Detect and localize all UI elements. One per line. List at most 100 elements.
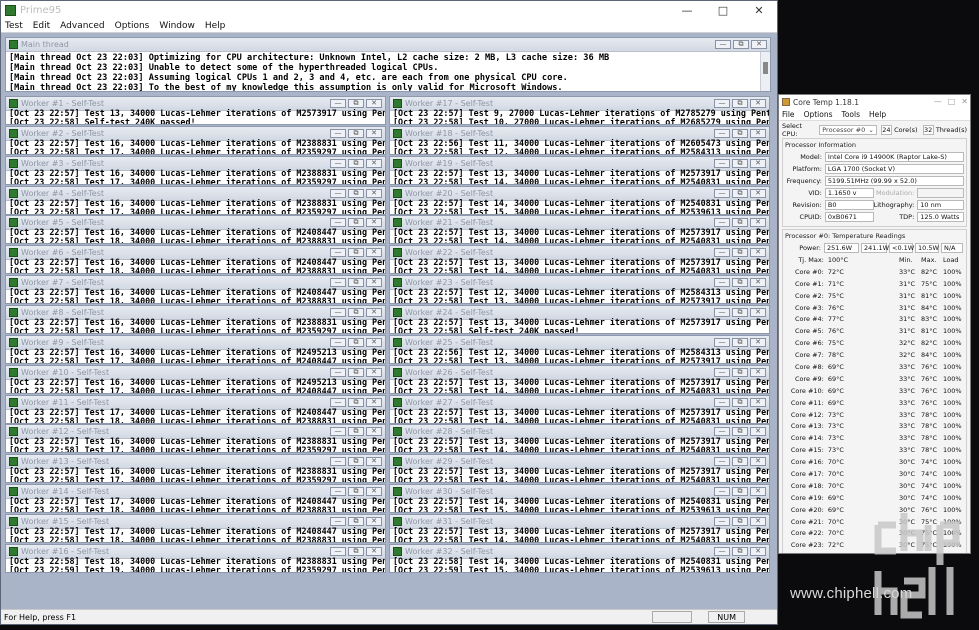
- child-restore-button[interactable]: ⧉: [348, 158, 364, 168]
- menu-options[interactable]: Options: [804, 110, 833, 119]
- child-minimize-button[interactable]: —: [330, 457, 346, 467]
- worker-log[interactable]: [Oct 23 22:58] Test 18, 34000 Lucas-Lehm…: [6, 557, 385, 572]
- child-minimize-button[interactable]: —: [330, 188, 346, 198]
- menu-options[interactable]: Options: [115, 21, 150, 31]
- child-restore-button[interactable]: ⧉: [732, 457, 748, 467]
- child-restore-button[interactable]: ⧉: [732, 248, 748, 258]
- worker-window[interactable]: Worker #26 - Self-Test — ⧉ ✕ [Oct 23 22:57] …: [389, 364, 770, 394]
- child-restore-button[interactable]: ⧉: [732, 308, 748, 317]
- child-close-button[interactable]: ✕: [366, 337, 382, 347]
- child-close-button[interactable]: ✕: [750, 367, 766, 377]
- child-restore-button[interactable]: ⧉: [732, 427, 748, 437]
- worker-log[interactable]: [Oct 23 22:57] Test 13, 34000 Lucas-Lehm…: [390, 258, 769, 273]
- child-close-button[interactable]: ✕: [366, 248, 382, 258]
- child-minimize-button[interactable]: —: [330, 308, 346, 317]
- worker-window[interactable]: Worker #29 - Self-Test — ⧉ ✕ [Oct 23 22:57] …: [389, 454, 770, 484]
- worker-window[interactable]: Worker #21 - Self-Test — ⧉ ✕ [Oct 23 22:57] …: [389, 215, 770, 245]
- worker-log[interactable]: [Oct 23 22:57] Test 17, 34000 Lucas-Lehm…: [6, 527, 385, 542]
- worker-window[interactable]: Worker #30 - Self-Test — ⧉ ✕ [Oct 23 22:57] …: [389, 484, 770, 514]
- child-close-button[interactable]: ✕: [366, 516, 382, 526]
- worker-window[interactable]: Worker #9 - Self-Test — ⧉ ✕ [Oct 23 22:57] T…: [5, 334, 386, 364]
- worker-window[interactable]: Worker #19 - Self-Test — ⧉ ✕ [Oct 23 22:57] …: [389, 155, 770, 185]
- child-minimize-button[interactable]: —: [714, 248, 730, 258]
- worker-log[interactable]: [Oct 23 22:57] Test 13, 34000 Lucas-Lehm…: [390, 408, 769, 423]
- worker-window[interactable]: Worker #8 - Self-Test — ⧉ ✕ [Oct 23 22:57] T…: [5, 305, 386, 334]
- child-restore-button[interactable]: ⧉: [348, 188, 364, 198]
- coretemp-maximize-button[interactable]: □: [948, 97, 956, 106]
- child-minimize-button[interactable]: —: [714, 218, 730, 228]
- child-minimize-button[interactable]: —: [330, 278, 346, 288]
- child-minimize-button[interactable]: —: [330, 487, 346, 497]
- worker-log[interactable]: [Oct 23 22:57] Test 17, 34000 Lucas-Lehm…: [6, 408, 385, 423]
- child-restore-button[interactable]: ⧉: [732, 337, 748, 347]
- coretemp-minimize-button[interactable]: —: [934, 97, 942, 106]
- child-minimize-button[interactable]: —: [330, 367, 346, 377]
- menu-test[interactable]: Test: [5, 21, 23, 31]
- worker-log[interactable]: [Oct 23 22:57] Test 13, 34000 Lucas-Lehm…: [390, 318, 769, 333]
- worker-window[interactable]: Worker #1 - Self-Test — ⧉ ✕ [Oct 23 22:57] T…: [5, 96, 386, 125]
- child-close-button[interactable]: ✕: [750, 308, 766, 317]
- child-close-button[interactable]: ✕: [366, 427, 382, 437]
- worker-window[interactable]: Worker #28 - Self-Test — ⧉ ✕ [Oct 23 22:57] …: [389, 424, 770, 454]
- worker-log[interactable]: [Oct 23 22:57] Test 16, 34000 Lucas-Lehm…: [6, 258, 385, 273]
- child-restore-button[interactable]: ⧉: [348, 337, 364, 347]
- coretemp-close-button[interactable]: ✕: [961, 97, 968, 106]
- child-restore-button[interactable]: ⧉: [348, 516, 364, 526]
- scrollbar-thumb[interactable]: [763, 62, 768, 74]
- child-minimize-button[interactable]: —: [714, 546, 730, 556]
- child-close-button[interactable]: ✕: [750, 487, 766, 497]
- child-restore-button[interactable]: ⧉: [348, 546, 364, 556]
- worker-window[interactable]: Worker #4 - Self-Test — ⧉ ✕ [Oct 23 22:57] T…: [5, 185, 386, 215]
- worker-log[interactable]: [Oct 23 22:57] Test 16, 34000 Lucas-Lehm…: [6, 318, 385, 333]
- child-minimize-button[interactable]: —: [714, 278, 730, 288]
- child-minimize-button[interactable]: —: [714, 188, 730, 198]
- worker-window[interactable]: Worker #27 - Self-Test — ⧉ ✕ [Oct 23 22:57] …: [389, 394, 770, 424]
- worker-window[interactable]: Worker #23 - Self-Test — ⧉ ✕ [Oct 23 22:57] …: [389, 275, 770, 305]
- worker-window[interactable]: Worker #13 - Self-Test — ⧉ ✕ [Oct 23 22:57] …: [5, 454, 386, 484]
- child-close-button[interactable]: ✕: [750, 337, 766, 347]
- worker-log[interactable]: [Oct 23 22:57] Test 16, 34000 Lucas-Lehm…: [6, 288, 385, 303]
- child-restore-button[interactable]: ⧉: [732, 278, 748, 288]
- menu-tools[interactable]: Tools: [842, 110, 860, 119]
- child-close-button[interactable]: ✕: [750, 188, 766, 198]
- menu-file[interactable]: File: [782, 110, 795, 119]
- worker-log[interactable]: [Oct 23 22:57] Test 13, 34000 Lucas-Lehm…: [390, 378, 769, 393]
- worker-log[interactable]: [Oct 23 22:57] Test 16, 34000 Lucas-Lehm…: [6, 348, 385, 363]
- main-thread-window[interactable]: Main thread — ⧉ ✕ [Main thread Oct 23 22…: [5, 37, 771, 92]
- worker-log[interactable]: [Oct 23 22:57] Test 14, 34000 Lucas-Lehm…: [390, 497, 769, 512]
- child-close-button[interactable]: ✕: [750, 218, 766, 228]
- child-restore-button[interactable]: ⧉: [732, 218, 748, 228]
- worker-log[interactable]: [Oct 23 22:57] Test 16, 34000 Lucas-Lehm…: [6, 228, 385, 243]
- child-restore-button[interactable]: ⧉: [732, 158, 748, 168]
- child-restore-button[interactable]: ⧉: [732, 487, 748, 497]
- child-restore-button[interactable]: ⧉: [733, 40, 749, 49]
- child-minimize-button[interactable]: —: [714, 427, 730, 437]
- child-close-button[interactable]: ✕: [750, 546, 766, 556]
- worker-log[interactable]: [Oct 23 22:57] Test 16, 34000 Lucas-Lehm…: [6, 467, 385, 482]
- child-close-button[interactable]: ✕: [366, 457, 382, 467]
- child-minimize-button[interactable]: —: [330, 546, 346, 556]
- worker-window[interactable]: Worker #15 - Self-Test — ⧉ ✕ [Oct 23 22:57] …: [5, 513, 386, 543]
- worker-log[interactable]: [Oct 23 22:57] Test 13, 34000 Lucas-Lehm…: [390, 169, 769, 184]
- worker-log[interactable]: [Oct 23 22:57] Test 9, 27000 Lucas-Lehme…: [390, 109, 769, 124]
- worker-log[interactable]: [Oct 23 22:57] Test 16, 34000 Lucas-Lehm…: [6, 378, 385, 393]
- worker-log[interactable]: [Oct 23 22:57] Test 17, 34000 Lucas-Lehm…: [6, 497, 385, 512]
- menu-help[interactable]: Help: [205, 21, 226, 31]
- child-minimize-button[interactable]: —: [330, 397, 346, 407]
- worker-window[interactable]: Worker #2 - Self-Test — ⧉ ✕ [Oct 23 22:57] T…: [5, 125, 386, 155]
- worker-log[interactable]: [Oct 23 22:56] Test 11, 34000 Lucas-Lehm…: [390, 139, 769, 154]
- child-close-button[interactable]: ✕: [366, 397, 382, 407]
- worker-window[interactable]: Worker #7 - Self-Test — ⧉ ✕ [Oct 23 22:57] T…: [5, 275, 386, 305]
- child-close-button[interactable]: ✕: [750, 248, 766, 258]
- child-restore-button[interactable]: ⧉: [348, 218, 364, 228]
- worker-window[interactable]: Worker #22 - Self-Test — ⧉ ✕ [Oct 23 22:57] …: [389, 245, 770, 275]
- child-minimize-button[interactable]: —: [330, 99, 346, 108]
- child-close-button[interactable]: ✕: [750, 427, 766, 437]
- child-close-button[interactable]: ✕: [750, 158, 766, 168]
- menu-edit[interactable]: Edit: [33, 21, 50, 31]
- worker-window[interactable]: Worker #16 - Self-Test — ⧉ ✕ [Oct 23 22:58] …: [5, 543, 386, 573]
- child-close-button[interactable]: ✕: [750, 278, 766, 288]
- worker-log[interactable]: [Oct 23 22:57] Test 13, 34000 Lucas-Lehm…: [390, 437, 769, 452]
- child-restore-button[interactable]: ⧉: [732, 546, 748, 556]
- worker-window[interactable]: Worker #14 - Self-Test — ⧉ ✕ [Oct 23 22:57] …: [5, 484, 386, 514]
